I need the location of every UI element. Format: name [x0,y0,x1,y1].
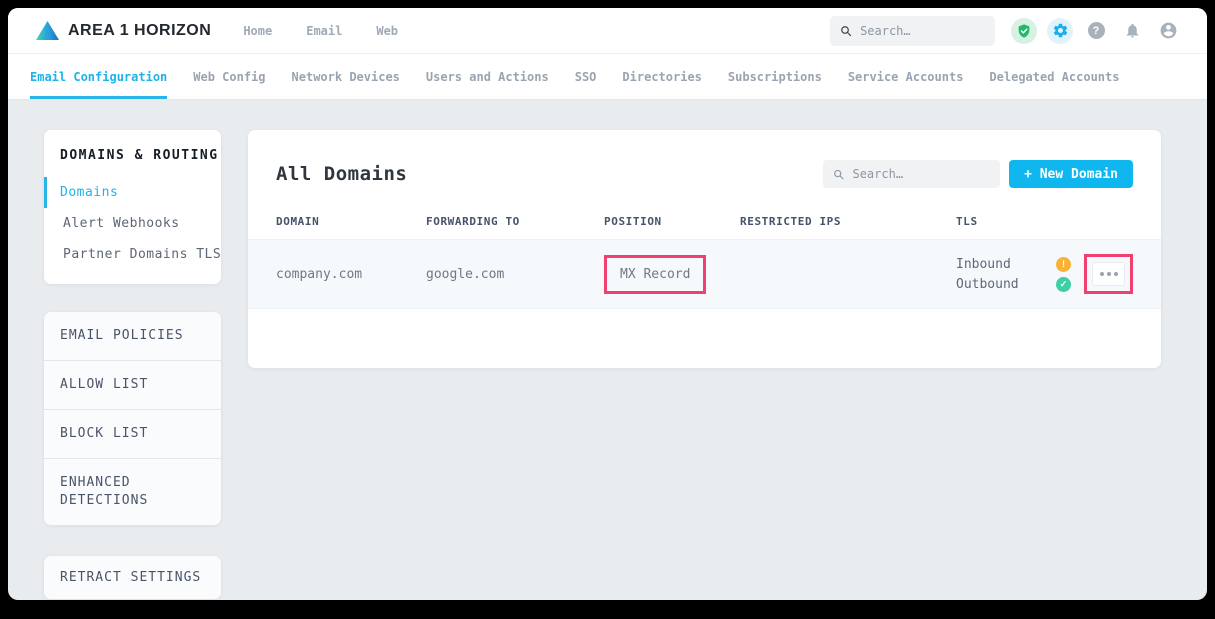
tab-directories[interactable]: Directories [622,54,701,99]
panel-header: All Domains + New Domain [248,130,1161,204]
tab-users-and-actions[interactable]: Users and Actions [426,54,549,99]
all-domains-panel: All Domains + New Domain DOMAIN FORWARDI… [248,130,1161,368]
tab-sso[interactable]: SSO [575,54,597,99]
warning-icon: ! [1056,257,1071,272]
sidebar-item-enhanced-detections[interactable]: ENHANCED DETECTIONS [44,458,221,525]
retract-settings-card: RETRACT SETTINGS [44,556,221,599]
col-header-position: POSITION [604,215,740,228]
account-icon[interactable] [1155,18,1181,44]
search-icon [840,24,852,38]
gear-icon[interactable] [1047,18,1073,44]
logo[interactable]: AREA 1 HORIZON [35,20,211,41]
logo-triangle-icon [35,20,60,41]
tls-status-list: Inbound ! Outbound ✓ [956,257,1071,292]
tab-delegated-accounts[interactable]: Delegated Accounts [989,54,1119,99]
col-header-forwarding-to: FORWARDING TO [426,215,604,228]
global-search[interactable] [830,16,995,46]
top-nav-home[interactable]: Home [243,24,272,38]
tab-service-accounts[interactable]: Service Accounts [848,54,964,99]
top-nav-email[interactable]: Email [306,24,342,38]
shield-check-icon[interactable] [1011,18,1037,44]
help-icon[interactable]: ? [1083,18,1109,44]
logo-text: AREA 1 HORIZON [68,22,211,40]
check-icon: ✓ [1056,277,1071,292]
col-header-restricted-ips: RESTRICTED IPS [740,215,956,228]
page-title: All Domains [276,163,407,185]
content-area: DOMAINS & ROUTING Domains Alert Webhooks… [8,100,1207,599]
row-actions-button[interactable] [1092,262,1125,286]
tab-web-config[interactable]: Web Config [193,54,265,99]
config-tabs: Email Configuration Web Config Network D… [8,54,1207,100]
policy-sections-card: EMAIL POLICIES ALLOW LIST BLOCK LIST ENH… [44,312,221,525]
col-header-tls: TLS [956,215,1133,228]
domains-routing-title: DOMAINS & ROUTING [44,148,221,163]
search-icon [833,168,844,181]
annotation-box-position: MX Record [604,255,706,294]
table-row: company.com google.com MX Record Inbound… [248,239,1161,309]
tls-cell: Inbound ! Outbound ✓ [956,254,1133,294]
position-cell: MX Record [604,255,740,294]
table-header-row: DOMAIN FORWARDING TO POSITION RESTRICTED… [248,204,1161,239]
top-bar: AREA 1 HORIZON Home Email Web [8,8,1207,54]
domain-search-input[interactable] [852,167,990,181]
ellipsis-icon [1100,272,1104,276]
tab-email-configuration[interactable]: Email Configuration [30,54,167,99]
annotation-box-actions [1084,254,1133,294]
global-search-input[interactable] [860,24,985,38]
domain-search[interactable] [823,160,1000,188]
new-domain-button[interactable]: + New Domain [1009,160,1133,188]
sidebar-item-alert-webhooks[interactable]: Alert Webhooks [44,208,221,239]
position-value: MX Record [620,267,690,282]
col-header-domain: DOMAIN [276,215,426,228]
bell-icon[interactable] [1119,18,1145,44]
sidebar-item-domains[interactable]: Domains [44,177,221,208]
tab-subscriptions[interactable]: Subscriptions [728,54,822,99]
sidebar-item-allow-list[interactable]: ALLOW LIST [44,360,221,409]
domain-cell: company.com [276,267,426,282]
sidebar-item-email-policies[interactable]: EMAIL POLICIES [44,312,221,360]
tls-inbound-label: Inbound [956,257,1028,272]
sidebar-item-block-list[interactable]: BLOCK LIST [44,409,221,458]
app-window: AREA 1 HORIZON Home Email Web [8,8,1207,600]
top-nav-web[interactable]: Web [376,24,398,38]
domains-routing-card: DOMAINS & ROUTING Domains Alert Webhooks… [44,130,221,284]
sidebar: DOMAINS & ROUTING Domains Alert Webhooks… [44,130,221,599]
topbar-icons: ? [1011,18,1181,44]
tls-outbound-label: Outbound [956,277,1028,292]
forwarding-to-cell: google.com [426,267,604,282]
sidebar-item-partner-domains-tls[interactable]: Partner Domains TLS [44,239,221,270]
top-nav: Home Email Web [243,24,398,38]
tab-network-devices[interactable]: Network Devices [292,54,400,99]
sidebar-item-retract-settings[interactable]: RETRACT SETTINGS [44,556,221,599]
